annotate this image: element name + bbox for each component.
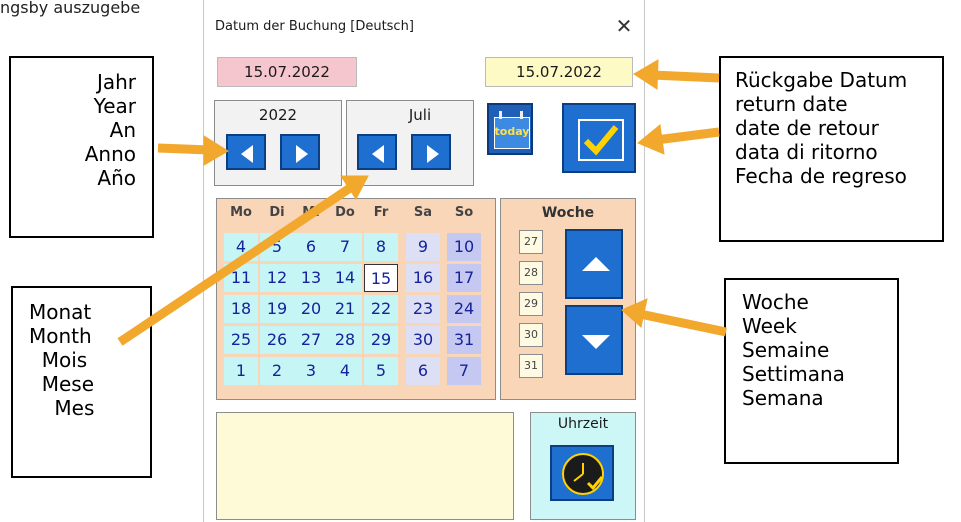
arrow-confirm [655,127,720,145]
arrow-week [639,309,727,337]
calendar-rings-icon [499,111,523,119]
week-callout-text: Woche Week Semaine Settimana Semana [742,290,845,410]
year-next-button[interactable] [280,134,320,170]
calendar-day[interactable]: 27 [294,326,328,354]
calendar-day[interactable]: 23 [406,295,440,323]
calendar-day[interactable]: 14 [328,264,362,292]
calendar-day[interactable]: 22 [364,295,398,323]
calendar-day[interactable]: 1 [224,357,258,385]
calendar-day[interactable]: 10 [447,233,481,261]
calendar-day[interactable]: 11 [224,264,258,292]
week-number[interactable]: 27 [519,230,543,254]
year-callout: Jahr Year An Anno Año [9,56,154,238]
calendar-day[interactable]: 5 [364,357,398,385]
calendar-day[interactable]: 9 [406,233,440,261]
today-button[interactable]: today [487,103,533,155]
calendar-day[interactable]: 25 [224,326,258,354]
calendar-day[interactable]: 31 [447,326,481,354]
arrow-return [651,70,720,83]
month-callout-text: Monat Month Mois Mese Mes [29,300,95,420]
calendar-day[interactable]: 6 [406,357,440,385]
week-title: Woche [541,205,595,221]
calendar-day[interactable]: 15 [364,264,398,292]
calendar-day[interactable]: 3 [294,357,328,385]
time-button[interactable] [550,445,614,501]
chevron-left-icon [241,145,253,163]
weekday-header: Fr [373,205,389,220]
month-next-button[interactable] [411,134,451,170]
weekday-header: Mo [230,205,252,220]
today-label: today [494,125,530,138]
week-callout: Woche Week Semaine Settimana Semana [724,278,899,464]
calendar-day[interactable]: 17 [447,264,481,292]
calendar-day[interactable]: 30 [406,326,440,354]
calendar-day[interactable]: 13 [294,264,328,292]
weekday-header: Sa [413,205,433,220]
month-callout: Monat Month Mois Mese Mes [11,286,152,478]
week-number[interactable]: 29 [519,292,543,316]
info-box [216,412,514,520]
cropped-header-text: ngsby auszugebe [0,0,141,17]
weekday-header: Mi [302,205,320,220]
calendar-day[interactable]: 28 [328,326,362,354]
week-number[interactable]: 28 [519,261,543,285]
calendar-day[interactable]: 5 [260,233,294,261]
calendar-day[interactable]: 29 [364,326,398,354]
return-date-field[interactable]: 15.07.2022 [485,57,633,87]
return-date-callout-text: Rückgabe Datum return date date de retou… [735,68,908,188]
calendar-day[interactable]: 8 [364,233,398,261]
week-number[interactable]: 31 [519,354,543,378]
close-button[interactable]: ✕ [607,12,641,40]
calendar-day[interactable]: 19 [260,295,294,323]
chevron-left-icon [372,145,384,163]
weekday-header: So [454,205,474,220]
calendar-day[interactable]: 2 [260,357,294,385]
calendar-day[interactable]: 26 [260,326,294,354]
week-down-button[interactable] [565,305,623,375]
confirm-button[interactable] [562,103,636,173]
calendar-day[interactable]: 18 [224,295,258,323]
calendar-day[interactable]: 20 [294,295,328,323]
month-prev-button[interactable] [357,134,397,170]
calendar-day[interactable]: 4 [224,233,258,261]
calendar-day[interactable]: 21 [328,295,362,323]
return-date-callout: Rückgabe Datum return date date de retou… [719,56,944,242]
calendar-day[interactable]: 7 [328,233,362,261]
year-label: 2022 [258,106,298,124]
year-prev-button[interactable] [226,134,266,170]
calendar-day[interactable]: 4 [328,357,362,385]
chevron-right-icon [296,145,308,163]
calendar-day[interactable]: 6 [294,233,328,261]
year-callout-text: Jahr Year An Anno Año [84,70,136,190]
calendar-day[interactable]: 24 [447,295,481,323]
week-up-button[interactable] [565,229,623,299]
clock-hands-icon [573,463,604,491]
weekday-header: Di [269,205,285,220]
arrow-up-icon [582,257,610,271]
time-label: Uhrzeit [557,416,609,432]
calendar-day[interactable]: 7 [447,357,481,385]
month-label: Juli [408,106,432,124]
chevron-right-icon [427,145,439,163]
arrow-down-icon [582,335,610,349]
calendar-day[interactable]: 12 [260,264,294,292]
checkmark-icon [583,125,619,156]
dialog-title: Datum der Buchung [Deutsch] [215,19,414,34]
calendar-day[interactable]: 16 [406,264,440,292]
weekday-header: Do [335,205,355,220]
current-date-field[interactable]: 15.07.2022 [217,57,357,87]
week-number[interactable]: 30 [519,323,543,347]
